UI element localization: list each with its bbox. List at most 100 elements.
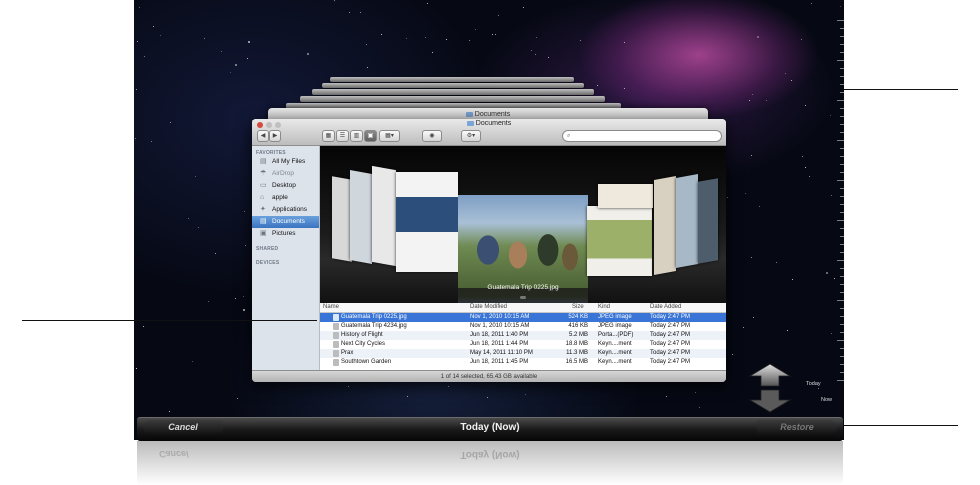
coverflow-document-thumbnail[interactable] <box>372 165 396 267</box>
timeline-tick[interactable] <box>840 132 844 133</box>
timeline-tick[interactable] <box>840 52 844 53</box>
sidebar-item-apple[interactable]: ⌂ apple <box>252 192 319 204</box>
timeline-tick[interactable] <box>840 236 844 237</box>
coverflow-document-thumbnail[interactable] <box>332 176 352 262</box>
sidebar-item-desktop[interactable]: ▭ Desktop <box>252 180 319 192</box>
table-row[interactable]: Prax May 14, 2011 11:10 PM 11.3 MB Keyn....… <box>320 349 726 358</box>
quicklook-button[interactable]: ◉ <box>422 130 442 142</box>
timeline-tick[interactable] <box>840 76 844 77</box>
timeline-tick[interactable] <box>840 252 844 253</box>
timeline-tick[interactable] <box>840 292 844 293</box>
timeline-tick[interactable] <box>840 44 844 45</box>
timeline-tick[interactable] <box>840 228 844 229</box>
table-row[interactable]: Guatemala Trip 4234.jpg Nov 1, 2010 10:15… <box>320 322 726 331</box>
timeline-tick[interactable] <box>840 28 844 29</box>
timeline-tick[interactable] <box>840 172 844 173</box>
timeline-tick[interactable] <box>840 308 844 309</box>
timeline-tick[interactable] <box>840 84 844 85</box>
restore-button[interactable]: Restore <box>757 420 837 435</box>
arrange-button[interactable]: ▦▾ <box>379 130 400 142</box>
forward-button[interactable]: ▶ <box>269 130 281 142</box>
timeline-tick[interactable] <box>840 332 844 333</box>
timeline-tick[interactable] <box>840 284 844 285</box>
back-button[interactable]: ◀ <box>257 130 269 142</box>
history-window-stack[interactable] <box>312 89 594 95</box>
timeline-tick[interactable] <box>837 300 844 301</box>
table-row[interactable]: Guatemala Trip 0225.jpg Nov 1, 2010 10:15… <box>320 313 726 322</box>
coverflow-document-thumbnail[interactable] <box>587 206 652 276</box>
history-window-stack[interactable] <box>300 96 605 102</box>
table-row[interactable]: History of Flight Jun 18, 2011 1:40 PM 5.2… <box>320 331 726 340</box>
coverflow-preview[interactable]: Guatemala Trip 0225.jpg <box>320 146 726 303</box>
timeline-tick[interactable] <box>840 348 844 349</box>
timeline-tick[interactable] <box>840 116 844 117</box>
coverflow-document-thumbnail[interactable] <box>396 172 458 272</box>
forward-in-time-arrow-icon[interactable] <box>748 389 792 413</box>
timeline-tick[interactable] <box>840 324 844 325</box>
timeline-tick[interactable] <box>837 340 844 341</box>
column-header-date-added[interactable]: Date Added <box>650 303 681 312</box>
coverflow-selected-photo[interactable] <box>458 195 588 288</box>
timeline-tick[interactable] <box>840 36 844 37</box>
back-in-time-arrow-icon[interactable] <box>748 363 792 387</box>
timeline-tick[interactable] <box>840 148 844 149</box>
history-window-stack[interactable] <box>322 83 584 88</box>
file-icon <box>333 359 339 366</box>
icon-view-button[interactable]: ▦ <box>322 130 335 142</box>
timeline-tick[interactable] <box>840 244 844 245</box>
column-header-name[interactable]: Name <box>323 303 339 312</box>
timeline-tick[interactable] <box>837 260 844 261</box>
coverflow-view-button[interactable]: ▣ <box>364 130 377 142</box>
timeline-label-today[interactable]: Today <box>806 381 821 387</box>
coverflow-document-thumbnail[interactable] <box>350 170 372 264</box>
history-window-stack[interactable] <box>330 77 574 82</box>
coverflow-document-thumbnail[interactable] <box>598 184 653 208</box>
column-view-button[interactable]: ▥ <box>350 130 363 142</box>
sidebar-item-pictures[interactable]: ▣ Pictures <box>252 228 319 240</box>
timeline-tick[interactable] <box>837 60 844 61</box>
file-size: 524 KB <box>568 314 588 320</box>
coverflow-document-thumbnail[interactable] <box>676 174 698 268</box>
timeline-tick[interactable] <box>840 372 844 373</box>
timeline-tick[interactable] <box>840 196 844 197</box>
timeline-tick[interactable] <box>837 20 844 21</box>
timeline-tick[interactable] <box>840 92 844 93</box>
timeline-label-now[interactable]: Now <box>821 397 832 403</box>
timeline-tick[interactable] <box>840 204 844 205</box>
finder-window[interactable]: Documents ◀ ▶ ▦ ☰ ▥ ▣ ▦▾ ◉ ⚙▾ ⌕ FAVORITE… <box>252 119 726 382</box>
timeline-tick[interactable] <box>840 212 844 213</box>
coverflow-scroller[interactable] <box>520 296 526 299</box>
timeline-tick[interactable] <box>840 356 844 357</box>
column-header-kind[interactable]: Kind <box>598 303 610 312</box>
action-button[interactable]: ⚙▾ <box>461 130 481 142</box>
timeline-tick[interactable] <box>837 180 844 181</box>
timeline-tick[interactable] <box>840 188 844 189</box>
timeline-tick[interactable] <box>840 276 844 277</box>
table-row[interactable]: Southtown Garden Jun 18, 2011 1:45 PM 16.5… <box>320 358 726 367</box>
column-header-date-modified[interactable]: Date Modified <box>470 303 507 312</box>
timeline-tick[interactable] <box>840 164 844 165</box>
timeline-tick[interactable] <box>840 364 844 365</box>
timeline-tick[interactable] <box>837 140 844 141</box>
timeline-ruler[interactable] <box>837 20 844 390</box>
timeline-tick[interactable] <box>840 108 844 109</box>
column-header-size[interactable]: Size <box>572 303 584 312</box>
sidebar-item-all-my-files[interactable]: ▤ All My Files <box>252 156 319 168</box>
timeline-tick[interactable] <box>837 100 844 101</box>
sidebar-item-airdrop[interactable]: ☂ AirDrop <box>252 168 319 180</box>
timeline-tick[interactable] <box>840 156 844 157</box>
star <box>523 7 524 8</box>
sidebar-item-applications[interactable]: ✦ Applications <box>252 204 319 216</box>
table-row[interactable]: Next City Cycles Jun 18, 2011 1:44 PM 18.8… <box>320 340 726 349</box>
timeline-tick[interactable] <box>840 68 844 69</box>
timeline-tick[interactable] <box>840 316 844 317</box>
coverflow-document-thumbnail[interactable] <box>654 176 676 275</box>
timeline-tick[interactable] <box>837 380 844 381</box>
search-input[interactable]: ⌕ <box>562 130 722 142</box>
coverflow-document-thumbnail[interactable] <box>698 178 718 264</box>
timeline-tick[interactable] <box>837 220 844 221</box>
timeline-tick[interactable] <box>840 124 844 125</box>
timeline-tick[interactable] <box>840 268 844 269</box>
list-view-button[interactable]: ☰ <box>336 130 349 142</box>
sidebar-item-documents[interactable]: ▤ Documents <box>252 216 319 228</box>
